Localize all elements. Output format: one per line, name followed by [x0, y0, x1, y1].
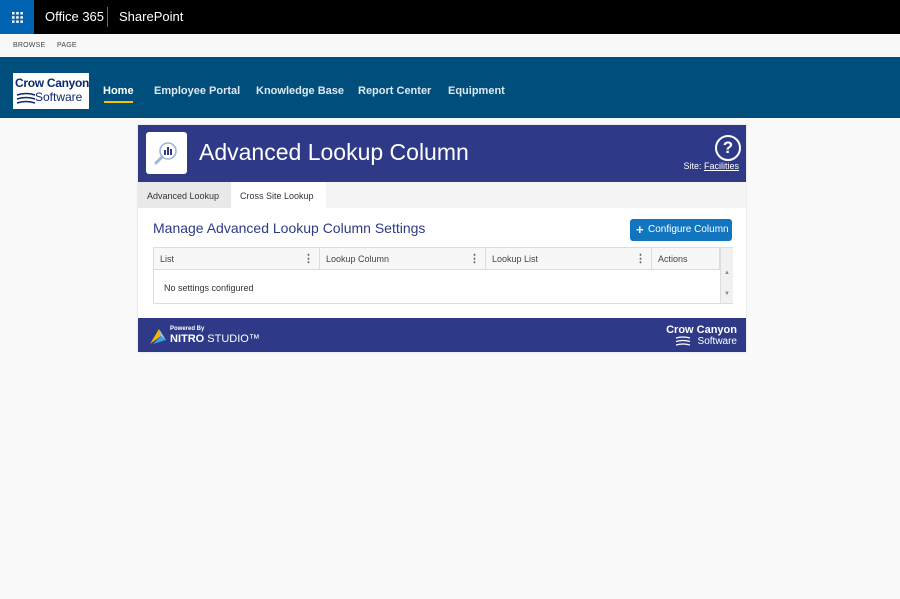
column-header-label: Actions [658, 254, 688, 264]
ribbon: BROWSE PAGE [0, 34, 900, 58]
nav-knowledge-base[interactable]: Knowledge Base [256, 85, 344, 97]
nav-employee-portal[interactable]: Employee Portal [154, 85, 240, 97]
configure-column-label: Configure Column [648, 224, 729, 235]
empty-message: No settings configured [164, 283, 254, 293]
site-navigation-bar: Crow Canyon Software Home Employee Porta… [0, 57, 900, 118]
settings-grid: List ⋮ Lookup Column ⋮ Lookup List ⋮ Act… [153, 247, 733, 304]
panel-footer: Powered By NITRO STUDIO™ Crow Canyon Sof… [138, 318, 746, 352]
column-menu-icon[interactable]: ⋮ [635, 248, 646, 270]
grid-scrollbar[interactable]: ▲ ▼ [720, 248, 733, 303]
waffle-icon[interactable] [0, 0, 34, 34]
scroll-down-icon[interactable]: ▼ [724, 291, 730, 297]
nitro-bold: NITRO [170, 333, 205, 345]
nitro-logo-icon [150, 329, 166, 344]
ribbon-tab-page[interactable]: PAGE [57, 42, 77, 49]
column-menu-icon[interactable]: ⋮ [303, 248, 314, 270]
nav-home[interactable]: Home [103, 85, 134, 97]
configure-column-button[interactable]: + Configure Column [630, 219, 732, 241]
tab-strip: Advanced Lookup Cross Site Lookup [138, 182, 746, 208]
advanced-lookup-panel: Advanced Lookup Column ? Site: Facilitie… [138, 125, 746, 352]
column-header-label: Lookup List [492, 254, 539, 264]
footer-brand-line2: Software [697, 336, 737, 347]
page-title: Advanced Lookup Column [199, 139, 469, 165]
footer-swoosh-icon [675, 336, 691, 346]
panel-header: Advanced Lookup Column ? Site: Facilitie… [138, 125, 746, 182]
question-circle-icon[interactable]: ? [715, 135, 741, 161]
nav-report-center[interactable]: Report Center [358, 85, 431, 97]
lookup-chart-icon [154, 142, 177, 165]
tab-advanced-lookup[interactable]: Advanced Lookup [138, 182, 231, 208]
column-menu-icon[interactable]: ⋮ [469, 248, 480, 270]
logo-line2: Software [35, 90, 83, 104]
sharepoint-title[interactable]: SharePoint [119, 9, 183, 24]
plus-icon: + [636, 222, 644, 237]
grid-header: List ⋮ Lookup Column ⋮ Lookup List ⋮ Act… [154, 248, 720, 270]
column-header-actions: Actions [652, 248, 720, 269]
nav-active-indicator [104, 101, 133, 103]
scroll-up-icon[interactable]: ▲ [724, 270, 730, 276]
site-link[interactable]: Facilities [704, 161, 739, 171]
site-indicator: Site: Facilities [683, 161, 739, 171]
app-icon [146, 132, 187, 174]
powered-by-label: Powered By [170, 326, 205, 332]
office365-title[interactable]: Office 365 [45, 9, 104, 24]
column-header-label: Lookup Column [326, 254, 390, 264]
nav-equipment[interactable]: Equipment [448, 85, 505, 97]
nitro-rest: STUDIO™ [204, 333, 260, 345]
column-header-label: List [160, 254, 175, 264]
section-title: Manage Advanced Lookup Column Settings [153, 220, 426, 236]
site-logo[interactable]: Crow Canyon Software [13, 73, 89, 109]
nitro-studio-label: NITRO STUDIO™ [170, 333, 260, 345]
divider [107, 7, 108, 27]
logo-line1: Crow Canyon [15, 76, 90, 90]
office365-bar: Office 365 SharePoint [0, 0, 900, 34]
logo-swoosh-icon [16, 92, 36, 104]
column-header-lookup-column[interactable]: Lookup Column ⋮ [320, 248, 486, 269]
column-header-list[interactable]: List ⋮ [154, 248, 320, 269]
column-header-lookup-list[interactable]: Lookup List ⋮ [486, 248, 652, 269]
footer-brand-logo: Crow Canyon Software [666, 324, 737, 348]
footer-brand-line1: Crow Canyon [666, 324, 737, 336]
ribbon-tab-browse[interactable]: BROWSE [13, 42, 45, 49]
tab-cross-site-lookup[interactable]: Cross Site Lookup [231, 182, 326, 208]
site-label: Site: [683, 161, 702, 171]
